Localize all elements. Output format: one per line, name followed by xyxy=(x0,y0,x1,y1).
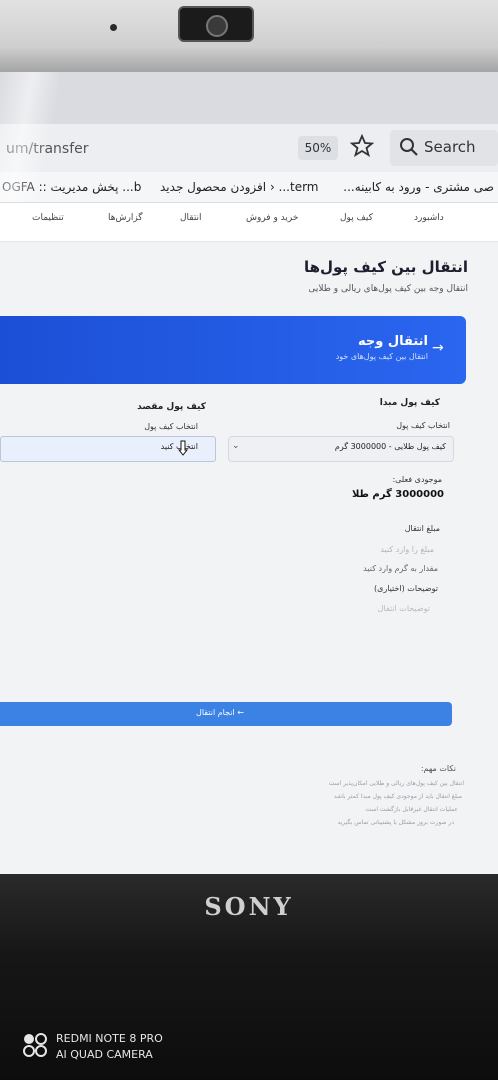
bookmark-star-icon[interactable] xyxy=(350,134,374,158)
arrow-icon: ← xyxy=(234,708,244,717)
laptop-brand-logo: SONY xyxy=(204,892,294,921)
browser-tab-bar xyxy=(0,72,498,124)
nav-reports[interactable]: گزارش‌ها xyxy=(108,213,143,223)
camera-indicator-icon xyxy=(110,24,117,31)
submit-text: انجام انتقال xyxy=(196,708,235,717)
zoom-level-button[interactable]: 50% xyxy=(298,136,338,160)
camera-watermark-model: REDMI NOTE 8 PRO xyxy=(56,1032,163,1045)
transfer-banner xyxy=(0,316,466,384)
banner-title: انتقال وجه xyxy=(357,334,428,349)
amount-hint: مقدار به گرم وارد کنید xyxy=(363,564,438,573)
description-label: توضیحات (اختیاری) xyxy=(373,584,438,593)
note-item: مبلغ انتقال باید از موجودی کیف پول مبدا … xyxy=(333,793,462,800)
notes-title: نکات مهم: xyxy=(420,764,456,773)
search-icon xyxy=(400,138,418,156)
search-label: Search xyxy=(424,138,476,156)
mouse-cursor-icon xyxy=(178,440,189,456)
source-select-label: انتخاب کیف پول xyxy=(396,421,450,430)
amount-label: مبلغ انتقال xyxy=(404,524,440,533)
nav-dashboard[interactable]: داشبورد xyxy=(414,213,444,223)
screen-glare xyxy=(0,72,60,202)
bookmark-add-product[interactable]: term... ‹ افزودن محصول جدید xyxy=(160,176,319,198)
chevron-down-icon: ⌄ xyxy=(232,441,240,451)
destination-select-label: انتخاب کیف پول xyxy=(144,422,198,431)
bookmark-customer-login[interactable]: صی مشتری - ورود به کابینه... xyxy=(343,176,494,198)
page-subtitle: انتقال وجه بین کیف پول‌های ریالی و طلایی xyxy=(308,284,468,294)
nav-transfer[interactable]: انتقال xyxy=(180,213,202,223)
nav-wallet[interactable]: کیف پول xyxy=(340,213,373,223)
arrow-right-icon: → xyxy=(432,340,444,356)
note-item: در صورت بروز مشکل با پشتیبانی تماس بگیری… xyxy=(337,819,454,826)
banner-subtitle: انتقال بین کیف پول‌های خود xyxy=(335,352,428,361)
destination-wallet-header: کیف پول مقصد xyxy=(137,402,206,412)
balance-value: 3000000 گرم طلا xyxy=(351,489,444,500)
webcam-icon xyxy=(178,6,254,42)
source-wallet-header: کیف پول مبدا xyxy=(379,398,440,408)
nav-buy-sell[interactable]: خرید و فروش xyxy=(246,213,298,223)
source-wallet-selected: کیف پول طلایی - 3000000 گرم xyxy=(334,442,446,451)
amount-placeholder: مبلغ را وارد کنید xyxy=(380,545,434,554)
laptop-screen: um/transfer 50% Search صی مشتری - ورود ب… xyxy=(0,72,498,874)
note-item: انتقال بین کیف پول‌های ریالی و طلایی امک… xyxy=(328,780,464,787)
nav-settings[interactable]: تنظیمات xyxy=(32,213,64,223)
camera-watermark-icon xyxy=(23,1033,47,1057)
description-input[interactable]: توضیحات انتقال xyxy=(378,604,430,613)
note-item: عملیات انتقال غیرقابل بازگشت است xyxy=(365,806,458,813)
page-title: انتقال بین کیف پول‌ها xyxy=(303,258,468,276)
camera-watermark-subtitle: AI QUAD CAMERA xyxy=(56,1048,153,1061)
balance-label: موجودی فعلی: xyxy=(392,475,442,484)
submit-transfer-label: ← انجام انتقال xyxy=(196,708,244,717)
